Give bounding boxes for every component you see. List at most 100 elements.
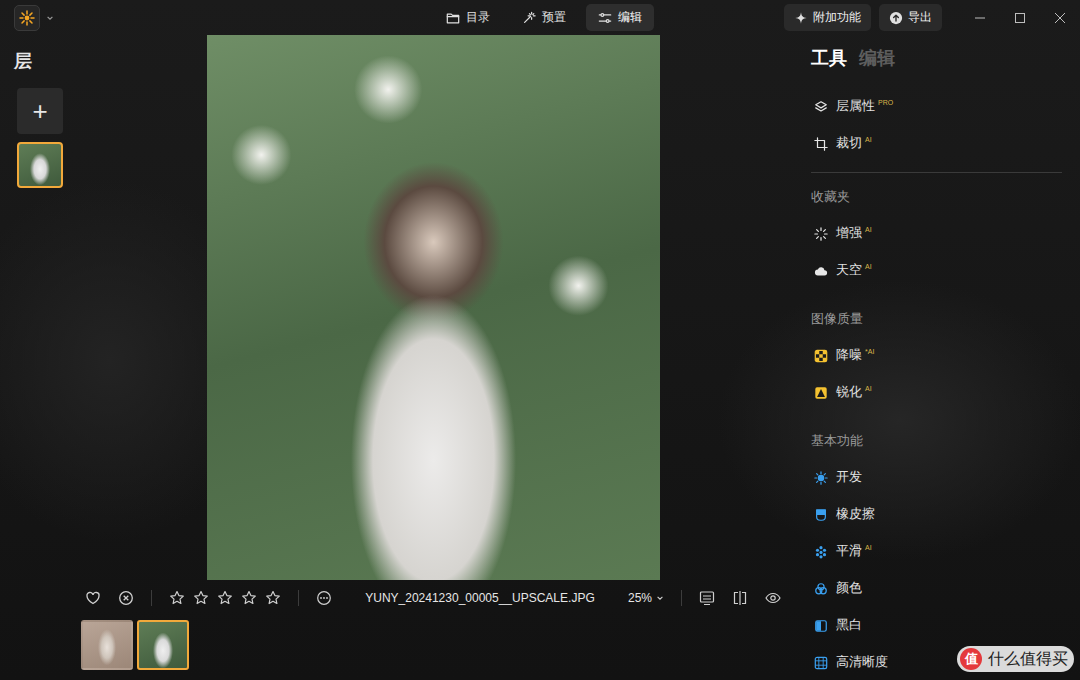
- watermark: 值 什么值得买: [957, 646, 1074, 672]
- mode-tabs: 目录 预置 编辑: [426, 4, 654, 31]
- reject-icon[interactable]: [118, 590, 134, 606]
- tool-label: 降噪: [836, 347, 862, 364]
- tool-badge: *AI: [865, 348, 874, 355]
- eraser-icon: [814, 508, 828, 522]
- tool-item[interactable]: 层属性 PRO: [811, 88, 1062, 125]
- split-view-icon[interactable]: [732, 590, 748, 606]
- tool-item[interactable]: 天空 AI: [811, 252, 1062, 289]
- photo-toolbar: YUNY_20241230_00005__UPSCALE.JPG 25%: [80, 580, 787, 616]
- tool-label: 锐化: [836, 384, 862, 401]
- tool-item[interactable]: 颜色: [811, 570, 1062, 607]
- minimize-button[interactable]: [960, 3, 1000, 33]
- zoom-dropdown[interactable]: 25%: [628, 591, 664, 605]
- action-button[interactable]: 附加功能: [784, 4, 871, 31]
- photo-canvas: [207, 35, 660, 580]
- tool-item[interactable]: 黑白: [811, 607, 1062, 644]
- tool-item[interactable]: 平滑 AI: [811, 533, 1062, 570]
- maximize-button[interactable]: [1000, 3, 1040, 33]
- tool-label: 平滑: [836, 543, 862, 560]
- tool-item[interactable]: 裁切 AI: [811, 125, 1062, 162]
- watermark-text: 什么值得买: [988, 649, 1068, 670]
- workspace: 层 + YUNY_20241230_00005__UPSCALE.JPG 25%…: [0, 35, 1080, 680]
- canvas-area: YUNY_20241230_00005__UPSCALE.JPG 25%: [80, 35, 787, 680]
- tool-item[interactable]: 开发: [811, 459, 1062, 496]
- app-window: 目录 预置 编辑 附加功能 导出 层 + YUNY_20241230_00005…: [0, 0, 1080, 680]
- section-title: 基本功能: [811, 429, 1062, 453]
- sparkle-icon: [794, 11, 808, 25]
- section-title: 图像质量: [811, 307, 1062, 331]
- tool-badge: PRO: [878, 99, 893, 106]
- tool-item[interactable]: 降噪 *AI: [811, 337, 1062, 374]
- tools-tab[interactable]: 工具: [811, 46, 847, 70]
- eye-icon[interactable]: [765, 590, 781, 606]
- folder-icon: [446, 11, 460, 25]
- magic-wand-icon: [522, 11, 536, 25]
- tool-item[interactable]: 增强 AI: [811, 215, 1062, 252]
- chevron-down-icon[interactable]: [46, 14, 54, 22]
- mode-tab-label: 目录: [466, 9, 490, 26]
- toolbar-divider: [151, 590, 152, 606]
- tool-item[interactable]: 橡皮擦: [811, 496, 1062, 533]
- tool-label: 开发: [836, 469, 862, 486]
- star-icon[interactable]: [241, 590, 257, 606]
- window-controls: [960, 3, 1080, 33]
- action-button[interactable]: 导出: [879, 4, 942, 31]
- tool-section: 收藏夹 增强 AI 天空 AI: [811, 173, 1062, 289]
- toolbar-divider: [298, 590, 299, 606]
- tool-section: 图像质量 降噪 *AI 锐化 AI: [811, 289, 1062, 411]
- filmstrip-thumbnail[interactable]: [81, 620, 133, 670]
- tool-badge: AI: [865, 544, 872, 551]
- layer-thumbnail[interactable]: [17, 142, 63, 188]
- hd-icon: [814, 656, 828, 670]
- tools-tabs: 工具编辑: [811, 46, 1062, 70]
- star-icon[interactable]: [265, 590, 281, 606]
- mode-tab-label: 编辑: [618, 9, 642, 26]
- tool-badge: AI: [865, 136, 872, 143]
- panel-divider: [811, 172, 1062, 173]
- star-icon[interactable]: [169, 590, 185, 606]
- filmstrip: [80, 616, 787, 670]
- sun-icon: [814, 471, 828, 485]
- mode-tab[interactable]: 编辑: [586, 4, 654, 31]
- denoise-icon: [814, 349, 828, 363]
- close-icon: [1055, 13, 1065, 23]
- compare-icon[interactable]: [699, 590, 715, 606]
- star-icon[interactable]: [193, 590, 209, 606]
- tool-label: 天空: [836, 262, 862, 279]
- section-title: 收藏夹: [811, 185, 1062, 209]
- smooth-icon: [814, 545, 828, 559]
- black-white-icon: [814, 619, 828, 633]
- layers-title: 层: [14, 49, 80, 73]
- sliders-icon: [598, 11, 612, 25]
- zoom-value: 25%: [628, 591, 652, 605]
- heart-icon[interactable]: [85, 590, 101, 606]
- color-icon: [814, 582, 828, 596]
- tool-badge: AI: [865, 226, 872, 233]
- mode-tab[interactable]: 预置: [510, 4, 578, 31]
- sharpen-icon: [814, 386, 828, 400]
- add-layer-button[interactable]: +: [17, 88, 63, 134]
- star-icon[interactable]: [217, 590, 233, 606]
- more-icon[interactable]: [316, 590, 332, 606]
- toolbar-divider: [681, 590, 682, 606]
- app-menu-button[interactable]: [14, 5, 40, 31]
- file-name: YUNY_20241230_00005__UPSCALE.JPG: [349, 591, 611, 605]
- layers-panel: 层 +: [0, 35, 80, 680]
- tool-item[interactable]: 锐化 AI: [811, 374, 1062, 411]
- close-button[interactable]: [1040, 3, 1080, 33]
- chevron-down-icon: [656, 594, 664, 602]
- maximize-icon: [1015, 13, 1025, 23]
- filmstrip-thumbnail[interactable]: [137, 620, 189, 670]
- crop-icon: [814, 137, 828, 151]
- tool-label: 颜色: [836, 580, 862, 597]
- tools-tab[interactable]: 编辑: [859, 46, 895, 70]
- tool-label: 增强: [836, 225, 862, 242]
- tools-panel: 工具编辑 层属性 PRO 裁切 AI 收藏夹 增强 AI 天空 AI图像质量 降…: [787, 35, 1080, 680]
- minimize-icon: [975, 13, 985, 23]
- cloud-icon: [814, 264, 828, 278]
- sun-logo-icon: [19, 10, 35, 26]
- tool-badge: AI: [865, 385, 872, 392]
- mode-tab[interactable]: 目录: [434, 4, 502, 31]
- mode-tab-label: 预置: [542, 9, 566, 26]
- layers-icon: [814, 100, 828, 114]
